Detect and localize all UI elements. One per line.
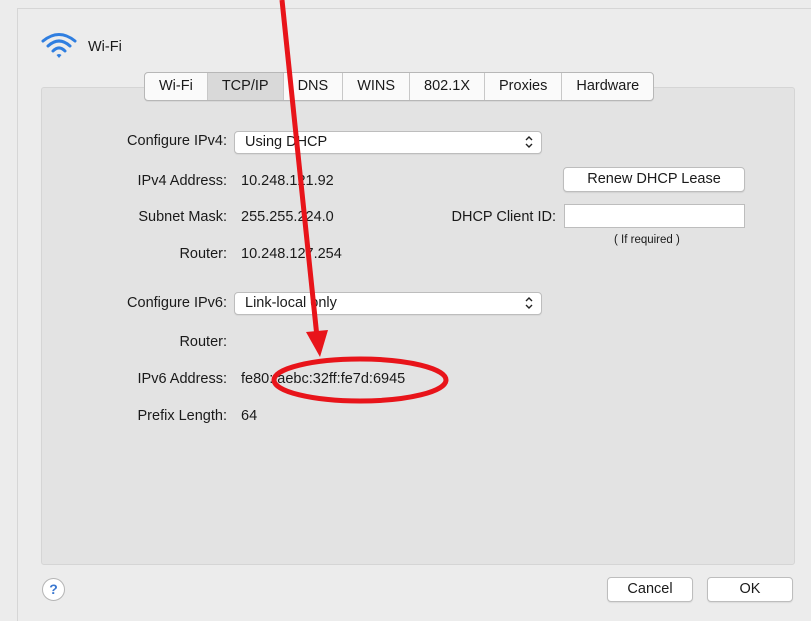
annotation-arrow-line — [279, 0, 320, 338]
annotation-arrow-head — [306, 330, 328, 357]
annotation-circle — [271, 356, 449, 404]
annotation-overlay — [271, 0, 449, 404]
